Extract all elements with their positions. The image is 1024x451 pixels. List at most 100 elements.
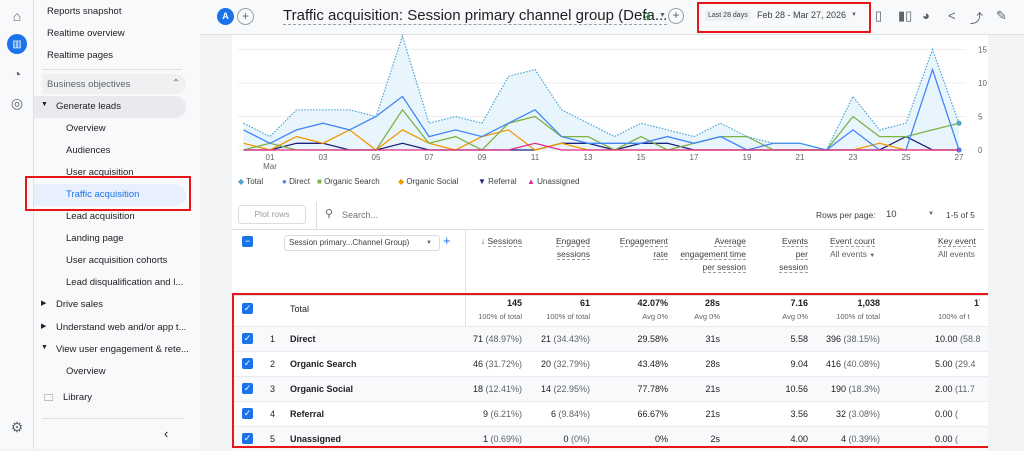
cell-percent: (38.15%) bbox=[840, 334, 880, 344]
column-header-events-per-session[interactable]: Events per session bbox=[770, 235, 808, 274]
dimension-select[interactable]: Session primary...Channel Group) ▼ bbox=[284, 235, 440, 251]
legend-item[interactable]: ▲ Unassigned bbox=[527, 177, 579, 186]
cell-value: 21 bbox=[540, 334, 551, 344]
cell-value: 71 bbox=[472, 334, 483, 344]
table-cell: 2.00 (11.7 bbox=[935, 384, 980, 394]
table-cell: 2s bbox=[620, 434, 720, 444]
column-header-avg-engagement-time[interactable]: Average engagement time per session bbox=[680, 235, 746, 274]
legend-item[interactable]: ◆ Total bbox=[238, 177, 263, 186]
x-tick-label: 05 bbox=[372, 153, 381, 162]
cell-value: 190 bbox=[830, 384, 846, 394]
x-tick-label: 11 bbox=[531, 153, 540, 162]
channel-name: Direct bbox=[290, 334, 316, 344]
select-all-checkbox[interactable]: − bbox=[242, 236, 253, 247]
table-cell: 5.00 (29.4 bbox=[935, 359, 980, 369]
settings-icon[interactable]: ⚙ bbox=[7, 417, 27, 437]
legend-item[interactable]: ■ Organic Search bbox=[317, 177, 380, 186]
plot-rows-button[interactable]: Plot rows bbox=[238, 205, 306, 224]
legend-item[interactable]: ▼ Referral bbox=[478, 177, 517, 186]
group-user-engagement[interactable]: ▼ View user engagement & rete... bbox=[34, 343, 189, 359]
column-header-engagement-rate[interactable]: Engagement rate bbox=[608, 235, 668, 261]
cell-value: 46 bbox=[472, 359, 483, 369]
legend-label: Referral bbox=[488, 177, 517, 186]
channel-name: Organic Social bbox=[290, 384, 354, 394]
dropdown-icon[interactable]: ▼ bbox=[869, 253, 875, 259]
column-header-event-count[interactable]: Event count All events ▼ bbox=[830, 235, 896, 263]
legend-swatch-icon: ▲ bbox=[527, 177, 538, 186]
column-header-engaged-sessions[interactable]: Engaged sessions bbox=[538, 235, 590, 261]
scroll-gutter bbox=[988, 35, 1024, 449]
cell-value: 32 bbox=[835, 409, 846, 419]
row-number: 5 bbox=[270, 434, 276, 444]
column-header-sessions[interactable]: ↓ Sessions bbox=[470, 235, 522, 248]
total-area bbox=[243, 36, 959, 150]
nav-engagement-overview[interactable]: Overview bbox=[66, 366, 106, 377]
dropdown-icon: ▼ bbox=[928, 211, 934, 217]
collapse-chevron-icon[interactable]: ‹ bbox=[164, 426, 168, 441]
nav-landing-page[interactable]: Landing page bbox=[66, 233, 124, 244]
table-cell: 10.00 (58.8 bbox=[935, 334, 980, 344]
row-number: 2 bbox=[270, 359, 276, 369]
group-drive-sales[interactable]: ▶ Drive sales bbox=[34, 298, 186, 314]
legend-swatch-icon: ■ bbox=[317, 177, 325, 186]
row-checkbox[interactable]: ✓ bbox=[242, 433, 253, 444]
rows-per-page-label: Rows per page: bbox=[816, 210, 876, 220]
nav-user-acquisition-cohorts[interactable]: User acquisition cohorts bbox=[66, 255, 167, 266]
folder-icon: 🗀 bbox=[44, 393, 54, 404]
table-cell: 31s bbox=[620, 334, 720, 344]
row-checkbox[interactable]: ✓ bbox=[242, 383, 253, 394]
add-dimension-icon[interactable]: + bbox=[443, 233, 451, 248]
nav-lead-disqualification[interactable]: Lead disqualification and l... bbox=[66, 277, 183, 288]
table-cell: 0.00 ( bbox=[935, 409, 980, 419]
legend-item[interactable]: ◆ Organic Social bbox=[398, 177, 458, 186]
row-number: 1 bbox=[270, 334, 276, 344]
table-cell: 4 (0.39%) bbox=[780, 434, 880, 444]
nav-lead-acquisition[interactable]: Lead acquisition bbox=[66, 211, 135, 222]
row-checkbox[interactable]: ✓ bbox=[242, 333, 253, 344]
row-number: 3 bbox=[270, 384, 276, 394]
cell-percent: (0.39%) bbox=[845, 434, 880, 444]
cell-percent: (58.8 bbox=[957, 334, 980, 344]
row-checkbox[interactable]: ✓ bbox=[242, 358, 253, 369]
x-tick-label: 19 bbox=[743, 153, 752, 162]
legend-label: Organic Search bbox=[324, 177, 380, 186]
legend-swatch-icon: ◆ bbox=[238, 177, 247, 186]
table-cell: 21s bbox=[620, 409, 720, 419]
line-chart: 05101501 03 05 07 09 11 13 15 17 19 21 23 25 27Mar bbox=[238, 34, 987, 171]
total-subtext: Avg 0% bbox=[694, 312, 720, 321]
table-cell: 190 (18.3%) bbox=[780, 384, 880, 394]
cell-value: 10.00 bbox=[935, 334, 958, 344]
cell-value: 0.00 bbox=[935, 409, 953, 419]
caret-right-icon: ▶ bbox=[41, 300, 47, 307]
cell-percent: ( bbox=[952, 409, 959, 419]
column-header-key-events[interactable]: Key event All events bbox=[938, 235, 984, 261]
series-end-marker bbox=[956, 120, 962, 126]
cell-percent: (29.4 bbox=[952, 359, 976, 369]
divider bbox=[42, 418, 184, 419]
legend-label: Unassigned bbox=[537, 177, 580, 186]
total-value: 61 bbox=[579, 298, 590, 308]
table-cell: 0.00 ( bbox=[935, 434, 980, 444]
legend-swatch-icon: ▼ bbox=[478, 177, 489, 186]
divider bbox=[316, 202, 317, 230]
nav-library[interactable]: 🗀 Library bbox=[44, 391, 164, 407]
table-cell: 396 (38.15%) bbox=[780, 334, 880, 344]
sort-arrow-icon: ↓ bbox=[480, 236, 488, 246]
search-input[interactable] bbox=[342, 207, 542, 222]
y-tick-label: 5 bbox=[978, 113, 983, 122]
channel-name: Organic Search bbox=[290, 359, 357, 369]
x-tick-label: 15 bbox=[637, 153, 646, 162]
dropdown-icon: ▼ bbox=[426, 240, 432, 246]
legend-label: Direct bbox=[289, 177, 310, 186]
x-tick-label: 27 bbox=[955, 153, 964, 162]
rows-per-page-select[interactable]: 10 ▼ bbox=[886, 209, 936, 223]
legend-label: Organic Social bbox=[406, 177, 459, 186]
total-row-checkbox[interactable]: ✓ bbox=[242, 303, 253, 314]
row-checkbox[interactable]: ✓ bbox=[242, 408, 253, 419]
legend-item[interactable]: ● Direct bbox=[282, 177, 310, 186]
cell-value: 396 bbox=[825, 334, 841, 344]
cell-percent: (11.7 bbox=[952, 384, 975, 394]
cell-value: 14 bbox=[540, 384, 551, 394]
group-understand-web-app[interactable]: ▶ Understand web and/or app t... bbox=[34, 321, 186, 337]
cell-percent: (40.08%) bbox=[840, 359, 880, 369]
